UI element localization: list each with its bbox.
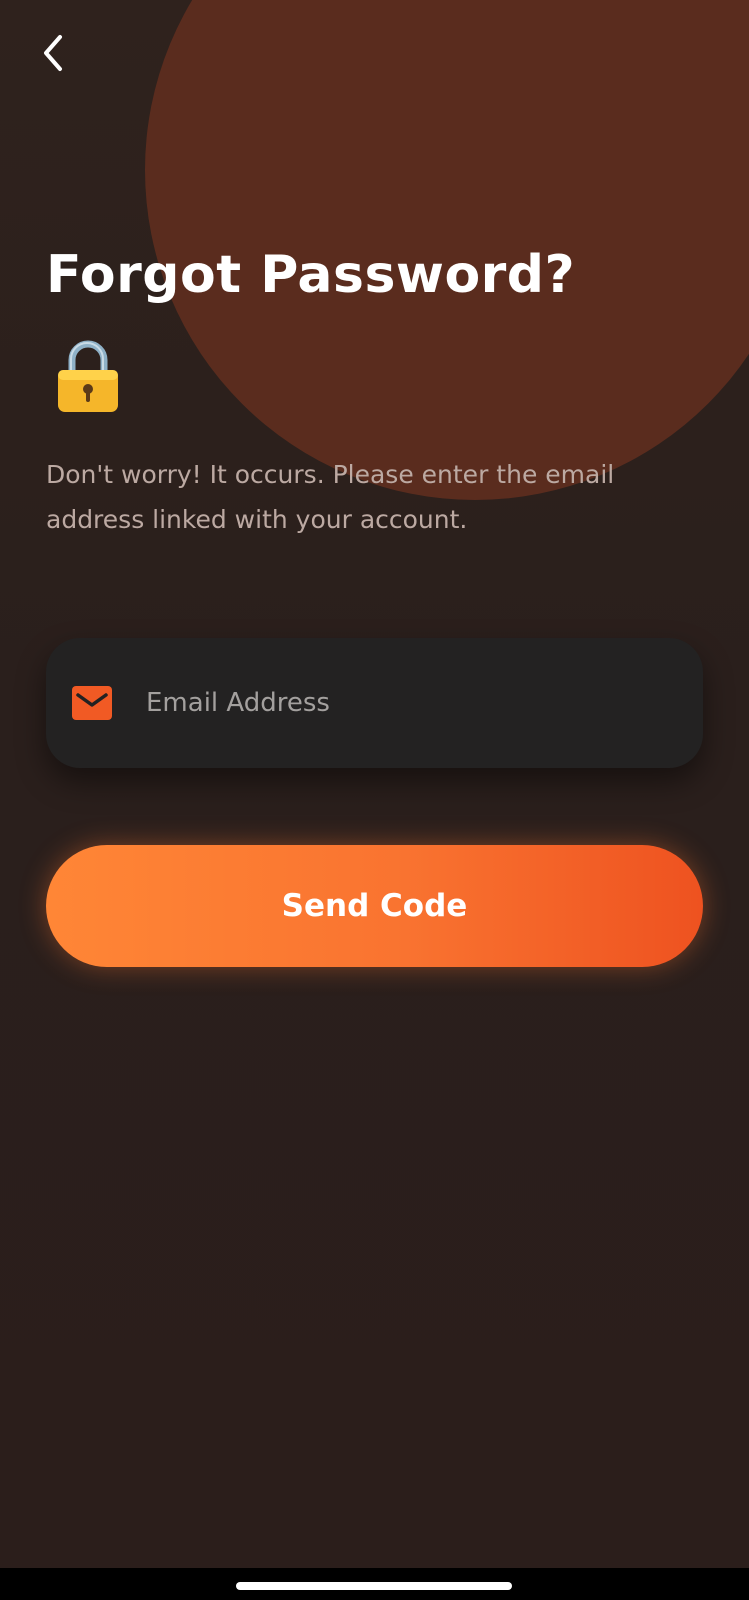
back-button[interactable] xyxy=(30,28,76,78)
email-field[interactable] xyxy=(46,638,703,768)
screen: Forgot Password? Don't worry! It occurs.… xyxy=(0,0,749,1568)
mail-icon xyxy=(72,686,112,720)
email-input[interactable] xyxy=(146,638,666,768)
chevron-left-icon xyxy=(44,35,62,71)
home-indicator[interactable] xyxy=(236,1582,512,1590)
send-code-button[interactable]: Send Code xyxy=(46,845,703,967)
instruction-text: Don't worry! It occurs. Please enter the… xyxy=(46,460,615,534)
page-title: Forgot Password? xyxy=(46,245,576,305)
lock-icon xyxy=(58,340,118,412)
